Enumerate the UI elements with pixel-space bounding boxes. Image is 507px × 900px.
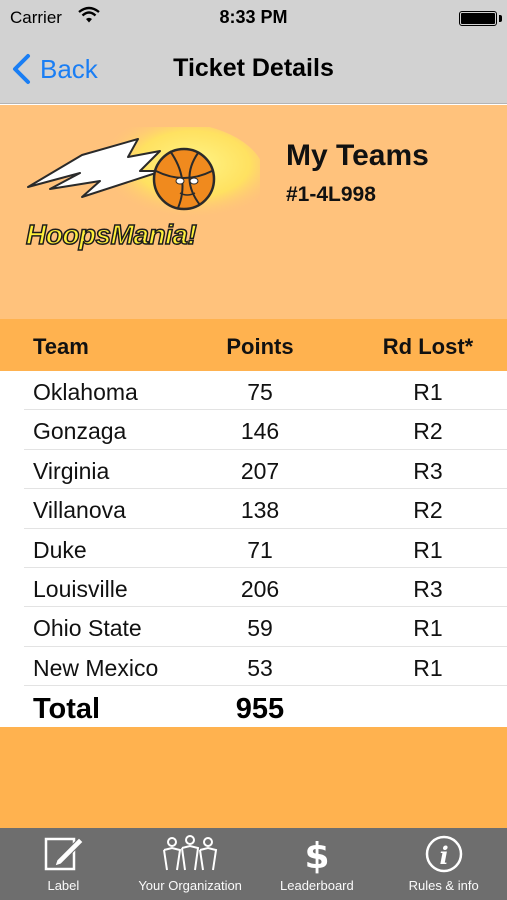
svg-text:$: $ bbox=[304, 836, 329, 874]
round-lost: R1 bbox=[413, 654, 443, 681]
team-points: 138 bbox=[240, 497, 280, 524]
dollar-icon: $ bbox=[304, 836, 329, 874]
tab-leaderboard[interactable]: $ Leaderboard bbox=[254, 828, 381, 900]
page-title: Ticket Details bbox=[173, 54, 334, 82]
table-header: Team Points Rd Lost* bbox=[0, 319, 507, 371]
clock: 8:33 PM bbox=[219, 7, 288, 27]
team-name: Virginia bbox=[33, 457, 110, 484]
battery-icon bbox=[459, 11, 497, 26]
table-row[interactable]: Duke 71 R1 bbox=[24, 529, 507, 568]
footer-fill bbox=[0, 727, 507, 828]
round-lost: R1 bbox=[413, 536, 443, 563]
table-row[interactable]: New Mexico 53 R1 bbox=[24, 647, 507, 687]
team-name: Ohio State bbox=[33, 615, 142, 642]
edit-icon bbox=[45, 837, 85, 871]
tab-leaderboard-text: Leaderboard bbox=[280, 878, 354, 893]
ticket-header: HoopsMania! My Teams #1-4L998 bbox=[0, 105, 507, 319]
round-lost: R1 bbox=[413, 615, 443, 642]
total-points: 955 bbox=[235, 693, 285, 725]
ticket-number: #1-4L998 bbox=[286, 183, 376, 206]
logo-wordmark: HoopsMania! bbox=[25, 218, 197, 251]
team-name: Louisville bbox=[33, 575, 128, 602]
total-label: Total bbox=[33, 693, 101, 725]
people-icon bbox=[163, 835, 218, 871]
tab-label[interactable]: Label bbox=[0, 828, 127, 900]
team-name: Villanova bbox=[33, 497, 126, 524]
team-name: New Mexico bbox=[33, 654, 159, 681]
round-lost: R3 bbox=[413, 457, 443, 484]
tab-bar: Label Your Organization $ Leaderboard i … bbox=[0, 828, 507, 900]
info-icon: i bbox=[425, 835, 462, 873]
team-points: 146 bbox=[240, 418, 280, 445]
team-points: 59 bbox=[247, 615, 273, 642]
ticket-title: My Teams bbox=[286, 139, 429, 172]
team-points: 207 bbox=[240, 457, 280, 484]
battery-nub bbox=[499, 15, 502, 22]
team-name: Duke bbox=[33, 536, 87, 563]
column-header-team: Team bbox=[33, 334, 89, 359]
hoopsmania-logo: HoopsMania! bbox=[20, 122, 265, 257]
table-row[interactable]: Virginia 207 R3 bbox=[24, 450, 507, 490]
table-row[interactable]: Gonzaga 146 R2 bbox=[24, 410, 507, 450]
team-points: 53 bbox=[247, 654, 273, 681]
tab-rules-info[interactable]: i Rules & info bbox=[380, 828, 507, 900]
team-name: Gonzaga bbox=[33, 418, 127, 445]
table-row[interactable]: Louisville 206 R3 bbox=[24, 568, 507, 608]
round-lost: R2 bbox=[413, 418, 443, 445]
status-bar: Carrier 8:33 PM bbox=[0, 0, 507, 36]
tab-your-organization[interactable]: Your Organization bbox=[127, 828, 254, 900]
round-lost: R3 bbox=[413, 575, 443, 602]
team-points: 71 bbox=[247, 536, 273, 563]
column-header-rd-lost: Rd Lost* bbox=[382, 334, 474, 359]
total-row: Total 955 bbox=[0, 687, 507, 727]
column-header-points: Points bbox=[226, 334, 294, 359]
round-lost: R2 bbox=[413, 497, 443, 524]
svg-text:i: i bbox=[439, 841, 448, 870]
team-points: 206 bbox=[240, 575, 280, 602]
table-row[interactable]: Villanova 138 R2 bbox=[24, 489, 507, 529]
tab-label-text: Label bbox=[47, 878, 80, 893]
tab-rules-info-text: Rules & info bbox=[408, 878, 479, 893]
navigation-bar: Back Ticket Details bbox=[0, 36, 507, 104]
team-table: Oklahoma 75 R1 Gonzaga 146 R2 Virginia 2… bbox=[0, 371, 507, 687]
round-lost: R1 bbox=[413, 379, 443, 405]
table-row[interactable]: Oklahoma 75 R1 bbox=[24, 371, 507, 411]
tab-your-organization-text: Your Organization bbox=[138, 878, 242, 893]
table-row[interactable]: Ohio State 59 R1 bbox=[24, 607, 507, 647]
team-points: 75 bbox=[247, 379, 273, 405]
team-name: Oklahoma bbox=[33, 379, 138, 405]
